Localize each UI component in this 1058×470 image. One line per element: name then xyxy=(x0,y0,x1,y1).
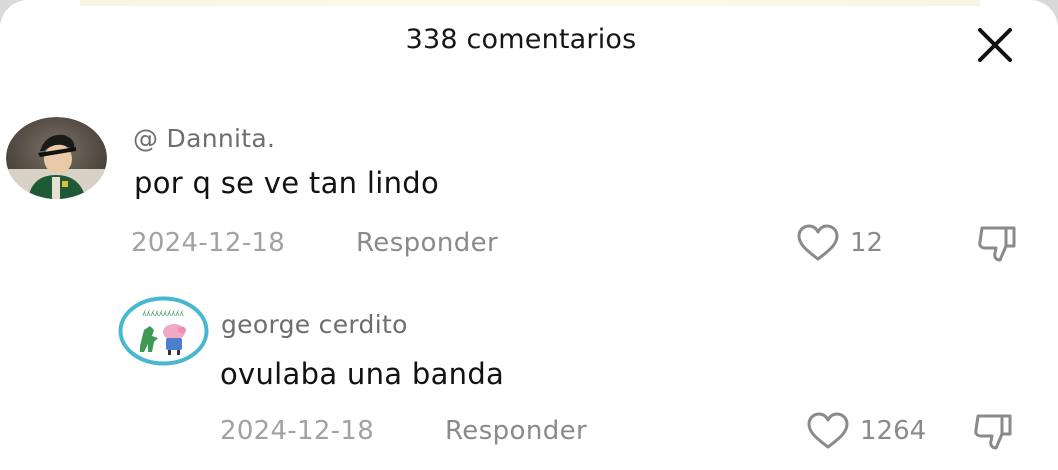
comment-username[interactable]: @ Dannita. xyxy=(133,124,275,153)
close-button[interactable] xyxy=(972,24,1016,68)
user-avatar-photo-icon xyxy=(6,117,107,199)
heart-icon xyxy=(807,412,849,449)
reply-button[interactable]: Responder xyxy=(445,416,587,446)
svg-text:ʎʎʎʎʎʎʎʎʎʎ: ʎʎʎʎʎʎʎʎʎʎ xyxy=(142,310,183,318)
comment-text: ovulaba una banda xyxy=(220,357,505,391)
comment-date: 2024-12-18 xyxy=(220,416,375,446)
reply-button[interactable]: Responder xyxy=(356,228,498,258)
avatar[interactable]: ʎʎʎʎʎʎʎʎʎʎ xyxy=(118,296,209,366)
comments-count-title: 338 comentarios xyxy=(405,24,637,55)
like-button[interactable]: 12 xyxy=(796,224,883,262)
comments-sheet: 338 comentarios @ Dannita. por q se ve t… xyxy=(0,0,1058,470)
thumbs-down-icon xyxy=(978,226,1016,262)
comment-username[interactable]: george cerdito xyxy=(221,310,408,339)
top-edge-glow xyxy=(80,0,980,6)
comment-date: 2024-12-18 xyxy=(131,228,286,258)
comment-text: por q se ve tan lindo xyxy=(134,166,439,200)
heart-icon xyxy=(797,224,839,261)
dislike-button[interactable] xyxy=(972,412,1020,452)
like-count: 1264 xyxy=(860,416,927,446)
cartoon-pig-dinosaur-avatar-icon: ʎʎʎʎʎʎʎʎʎʎ xyxy=(118,296,209,366)
close-icon xyxy=(978,28,1012,62)
like-button[interactable]: 1264 xyxy=(806,412,926,450)
avatar[interactable] xyxy=(6,117,107,199)
like-count: 12 xyxy=(850,228,884,258)
thumbs-down-icon xyxy=(974,414,1012,450)
dislike-button[interactable] xyxy=(976,224,1024,264)
